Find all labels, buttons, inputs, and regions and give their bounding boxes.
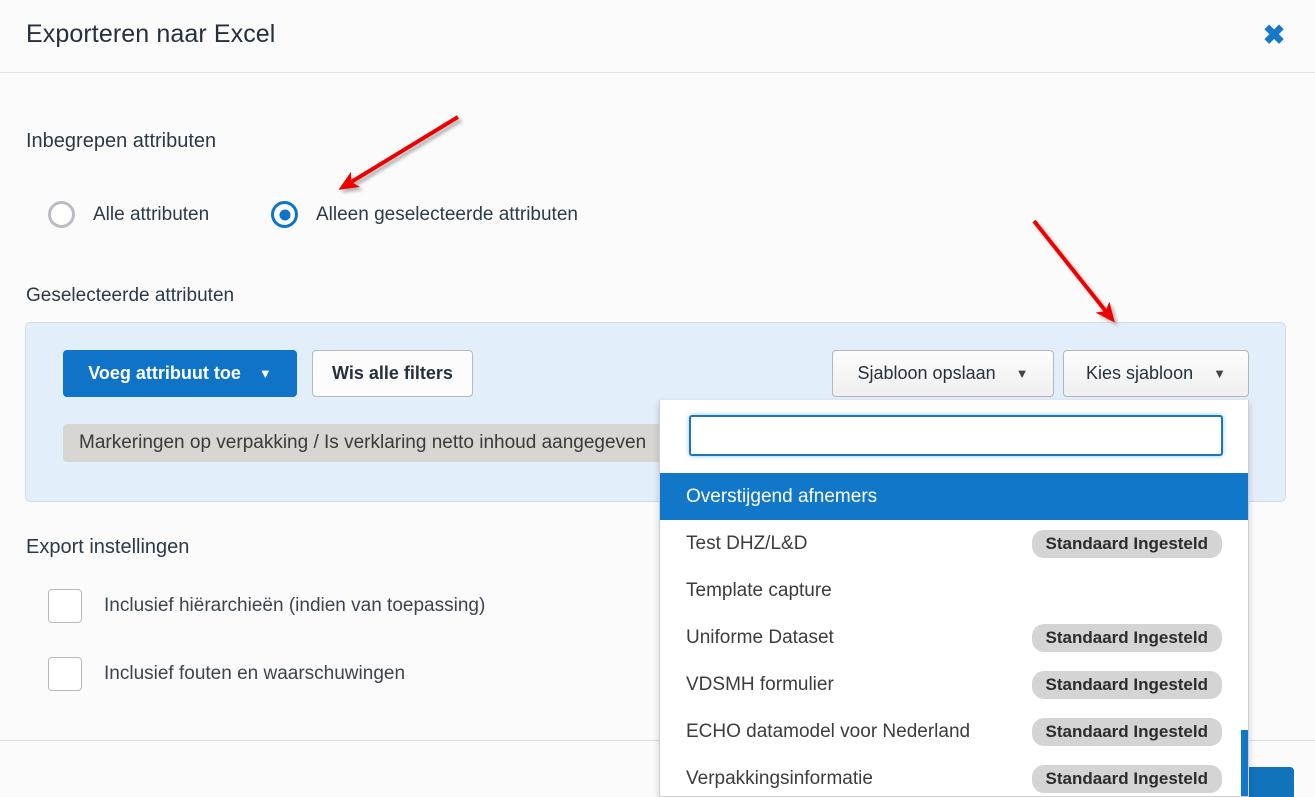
template-search-container	[660, 400, 1248, 473]
template-name: Test DHZ/L&D	[686, 533, 807, 555]
clear-all-filters-button[interactable]: Wis alle filters	[312, 350, 473, 397]
template-name: Overstijgend afnemers	[686, 486, 877, 508]
radio-circle-checked-icon	[271, 201, 298, 228]
template-list-item[interactable]: VDSMH formulier Standaard Ingesteld	[660, 661, 1248, 708]
choose-template-dropdown: Overstijgend afnemers Test DHZ/L&D Stand…	[659, 400, 1249, 797]
template-name: VDSMH formulier	[686, 674, 834, 696]
export-to-excel-dialog: Exporteren naar Excel ✖ Inbegrepen attri…	[0, 0, 1315, 797]
close-icon[interactable]: ✖	[1259, 20, 1289, 50]
attribute-filter-chip[interactable]: Markeringen op verpakking / Is verklarin…	[63, 424, 662, 462]
radio-label-all-attributes: Alle attributen	[93, 204, 209, 226]
template-list-item[interactable]: ECHO datamodel voor Nederland Standaard …	[660, 708, 1248, 755]
dropdown-scrollbar[interactable]	[1241, 730, 1248, 797]
checkbox-row-include-hierarchies[interactable]: Inclusief hiërarchieën (indien van toepa…	[48, 589, 485, 623]
save-template-button[interactable]: Sjabloon opslaan ▼	[832, 350, 1054, 397]
template-list: Overstijgend afnemers Test DHZ/L&D Stand…	[660, 473, 1248, 797]
radio-circle-icon	[48, 201, 75, 228]
radio-option-all-attributes[interactable]: Alle attributen	[48, 201, 209, 228]
template-name: Template capture	[686, 580, 832, 602]
template-list-item[interactable]: Overstijgend afnemers	[660, 473, 1248, 520]
chevron-down-icon: ▼	[1213, 367, 1226, 380]
add-attribute-label: Voeg attribuut toe	[88, 363, 241, 384]
save-template-label: Sjabloon opslaan	[858, 363, 996, 384]
chevron-down-icon: ▼	[259, 367, 272, 380]
export-settings-heading: Export instellingen	[26, 536, 189, 559]
template-badge: Standaard Ingesteld	[1032, 765, 1222, 793]
checkbox-label-include-hierarchies: Inclusief hiërarchieën (indien van toepa…	[104, 595, 485, 617]
included-attributes-heading: Inbegrepen attributen	[26, 130, 216, 153]
clear-filters-label: Wis alle filters	[332, 363, 453, 384]
checkbox-icon[interactable]	[48, 589, 82, 623]
template-list-item[interactable]: Test DHZ/L&D Standaard Ingesteld	[660, 520, 1248, 567]
attribute-toolbar: Voeg attribuut toe ▼ Wis alle filters Sj…	[26, 323, 1285, 401]
attribute-filter-chip-label: Markeringen op verpakking / Is verklarin…	[79, 432, 646, 454]
choose-template-label: Kies sjabloon	[1086, 363, 1193, 384]
selected-attributes-heading: Geselecteerde attributen	[26, 285, 234, 307]
checkbox-icon[interactable]	[48, 657, 82, 691]
template-name: Uniforme Dataset	[686, 627, 834, 649]
template-name: ECHO datamodel voor Nederland	[686, 721, 970, 743]
template-badge: Standaard Ingesteld	[1032, 624, 1222, 652]
template-badge: Standaard Ingesteld	[1032, 530, 1222, 558]
checkbox-row-include-errors-warnings[interactable]: Inclusief fouten en waarschuwingen	[48, 657, 405, 691]
choose-template-button[interactable]: Kies sjabloon ▼	[1063, 350, 1249, 397]
add-attribute-button[interactable]: Voeg attribuut toe ▼	[63, 350, 297, 397]
template-badge: Standaard Ingesteld	[1032, 671, 1222, 699]
page-title: Exporteren naar Excel	[26, 20, 275, 49]
chevron-down-icon: ▼	[1016, 367, 1029, 380]
template-list-item[interactable]: Template capture	[660, 567, 1248, 614]
dialog-header: Exporteren naar Excel ✖	[0, 0, 1315, 73]
checkbox-label-include-errors-warnings: Inclusief fouten en waarschuwingen	[104, 663, 405, 685]
radio-label-selected-attributes: Alleen geselecteerde attributen	[316, 204, 578, 226]
template-search-input[interactable]	[689, 415, 1223, 456]
template-list-item[interactable]: Verpakkingsinformatie Standaard Ingestel…	[660, 755, 1248, 797]
template-name: Verpakkingsinformatie	[686, 768, 873, 790]
template-list-item[interactable]: Uniforme Dataset Standaard Ingesteld	[660, 614, 1248, 661]
template-badge: Standaard Ingesteld	[1032, 718, 1222, 746]
radio-option-selected-attributes[interactable]: Alleen geselecteerde attributen	[271, 201, 578, 228]
